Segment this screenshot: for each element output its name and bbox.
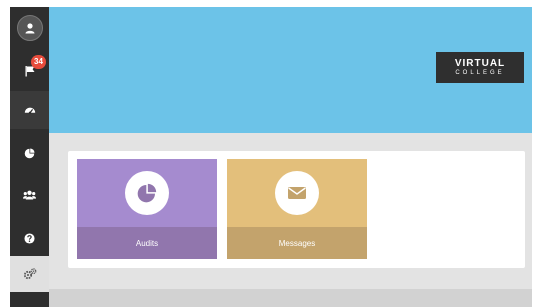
help-icon	[24, 232, 35, 244]
avatar	[16, 15, 43, 41]
pie-chart-icon	[24, 147, 35, 158]
user-icon	[25, 23, 34, 34]
envelope-icon	[288, 187, 306, 199]
dashboard-icon	[24, 107, 35, 114]
cogs-icon	[23, 268, 36, 280]
messages-icon-circle	[275, 171, 319, 215]
sidebar-item-audits[interactable]	[10, 134, 49, 172]
sidebar-item-help[interactable]	[10, 219, 49, 257]
notification-badge: 34	[31, 55, 46, 69]
sidebar-item-settings[interactable]	[10, 256, 49, 292]
audits-label: Audits	[77, 227, 217, 259]
logo-title: VIRTUAL	[454, 58, 506, 69]
virtual-college-logo: VIRTUAL COLLEGE	[436, 52, 524, 83]
sidebar-item-profile[interactable]	[10, 7, 49, 49]
audits-tile[interactable]: Audits	[77, 159, 217, 259]
sidebar: 34	[10, 7, 49, 307]
pie-chart-icon	[137, 183, 157, 203]
app-window: 34 VIRTUAL COLLEGE Audits Messages	[10, 7, 532, 307]
sidebar-item-notifications[interactable]: 34	[10, 52, 49, 90]
sidebar-item-dashboard[interactable]	[10, 91, 49, 129]
header-banner: VIRTUAL COLLEGE	[49, 7, 532, 133]
messages-label: Messages	[227, 227, 367, 259]
dashboard-panel: Audits Messages	[68, 151, 525, 268]
audits-icon-circle	[125, 171, 169, 215]
logo-subtitle: COLLEGE	[455, 70, 505, 76]
footer-strip	[49, 289, 532, 307]
sidebar-item-users[interactable]	[10, 176, 49, 214]
messages-tile[interactable]: Messages	[227, 159, 367, 259]
users-icon	[23, 190, 36, 200]
